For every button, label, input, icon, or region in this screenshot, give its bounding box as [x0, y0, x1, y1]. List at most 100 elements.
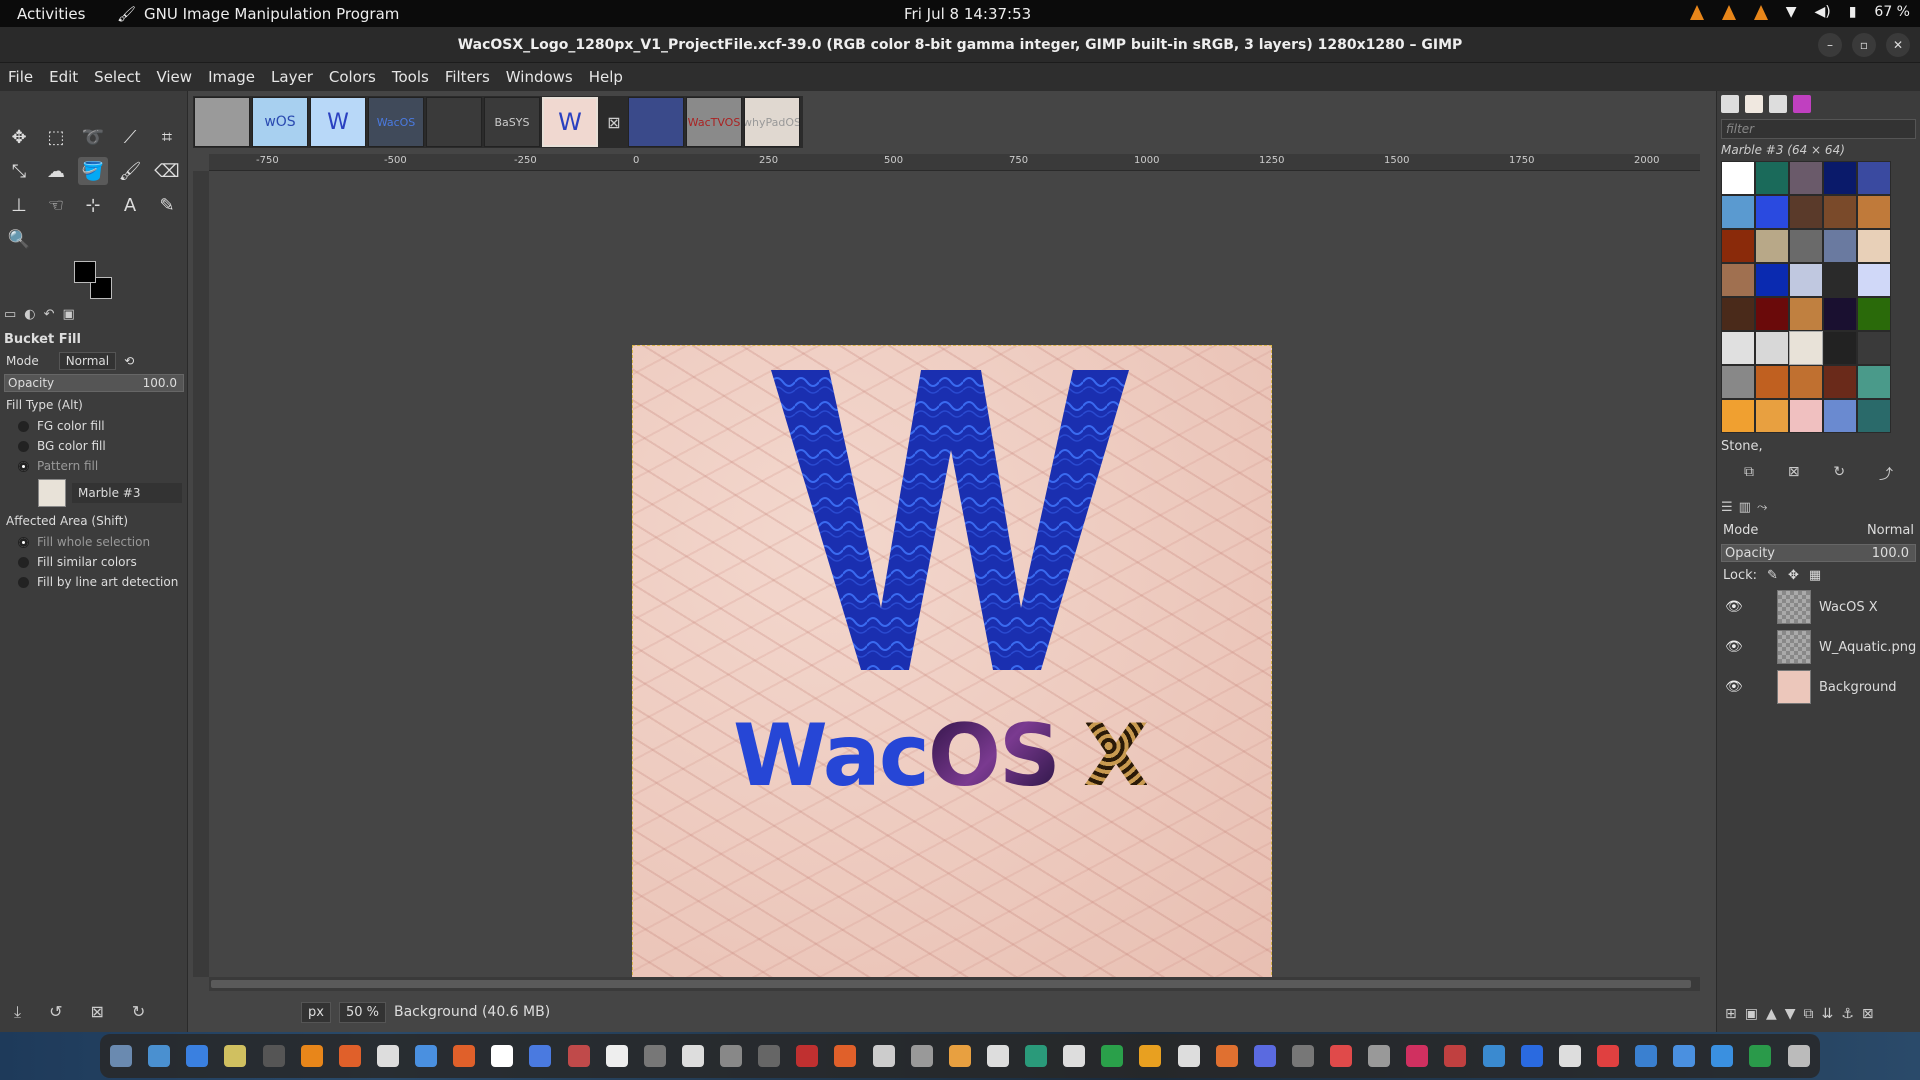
app-icon[interactable] — [1711, 1045, 1734, 1067]
pattern-swatch[interactable] — [1789, 263, 1823, 297]
calc-icon[interactable] — [1101, 1045, 1124, 1067]
open-pattern-icon[interactable]: ⤴ — [1879, 464, 1893, 484]
image-tab[interactable]: BaSYS — [484, 97, 540, 147]
pattern-swatch[interactable] — [1789, 365, 1823, 399]
app-icon[interactable] — [796, 1045, 819, 1067]
duplicate-pattern-icon[interactable]: ⧉ — [1744, 464, 1754, 484]
pattern-swatch[interactable] — [1789, 297, 1823, 331]
image-tab[interactable] — [628, 97, 684, 147]
help-icon[interactable] — [415, 1045, 437, 1067]
text-editor-icon[interactable] — [491, 1045, 514, 1067]
pattern-swatch[interactable] — [1857, 263, 1891, 297]
app-icon[interactable] — [1635, 1045, 1657, 1067]
warp-tool-icon[interactable]: ☁ — [41, 157, 71, 185]
app-icon[interactable] — [986, 1045, 1009, 1067]
pattern-swatch[interactable] — [1857, 161, 1891, 195]
opacity-slider[interactable]: Opacity 100.0 — [4, 374, 184, 392]
app-menu[interactable]: 🖌 GNU Image Manipulation Program — [117, 5, 399, 23]
brushes-tab-icon[interactable] — [1721, 95, 1739, 113]
pattern-swatch[interactable] — [1721, 263, 1755, 297]
app-icon[interactable] — [872, 1045, 895, 1067]
fill-line-art-radio[interactable]: Fill by line art detection — [0, 572, 188, 592]
paintbrush-tool-icon[interactable]: 🖌 — [115, 157, 145, 185]
pattern-swatch[interactable] — [1755, 331, 1789, 365]
pattern-swatch[interactable] — [1755, 365, 1789, 399]
channels-tab-icon[interactable]: ▥ — [1739, 500, 1751, 515]
menu-layer[interactable]: Layer — [271, 68, 313, 86]
pattern-swatch[interactable] — [1823, 399, 1857, 433]
image-canvas[interactable]: Wac OS X — [632, 345, 1272, 985]
pattern-swatch[interactable] — [1789, 195, 1823, 229]
pattern-swatch[interactable] — [1823, 263, 1857, 297]
gimp-icon[interactable] — [643, 1045, 666, 1067]
clock[interactable]: Fri Jul 8 14:37:53 — [904, 5, 1031, 23]
app-icon[interactable] — [720, 1045, 742, 1067]
layer-row-selected[interactable]: 👁 Background — [1717, 667, 1920, 707]
minimize-button[interactable]: – — [1818, 33, 1842, 57]
firefox-icon[interactable] — [338, 1045, 361, 1067]
fuzzy-select-tool-icon[interactable]: ⟋ — [115, 123, 145, 151]
pattern-swatch[interactable] — [1789, 399, 1823, 433]
layer-row[interactable]: 👁 W_Aquatic.png — [1717, 627, 1920, 667]
app-icon[interactable] — [910, 1045, 933, 1067]
menu-view[interactable]: View — [156, 68, 192, 86]
pattern-swatch[interactable] — [1755, 195, 1789, 229]
restore-options-icon[interactable]: ↺ — [49, 1002, 62, 1022]
app-icon[interactable] — [834, 1045, 857, 1067]
scrollbar-thumb[interactable] — [211, 980, 1691, 988]
system-tray[interactable]: ▼ ◀) ▮ 67 % — [1689, 4, 1910, 20]
app-icon[interactable] — [1368, 1045, 1391, 1067]
app-icon[interactable] — [1215, 1045, 1238, 1067]
pattern-swatch[interactable] — [1721, 365, 1755, 399]
eraser-tool-icon[interactable]: ⌫ — [152, 157, 182, 185]
pattern-swatch[interactable] — [1789, 161, 1823, 195]
app-icon[interactable] — [1444, 1045, 1467, 1067]
pattern-swatch[interactable] — [1755, 161, 1789, 195]
vlc-cone-icon[interactable] — [1689, 4, 1704, 20]
pattern-swatch[interactable] — [1721, 195, 1755, 229]
vlc-cone-icon[interactable] — [1721, 4, 1736, 20]
vertical-ruler[interactable] — [193, 171, 209, 977]
terminal-icon[interactable] — [262, 1045, 285, 1067]
app-icon[interactable] — [1330, 1045, 1352, 1067]
crop-tool-icon[interactable]: ⌗ — [152, 123, 182, 151]
paths-tool-icon[interactable]: ⊹ — [78, 191, 108, 219]
pattern-swatch[interactable] — [1721, 331, 1755, 365]
writer-icon[interactable] — [186, 1045, 209, 1067]
delete-options-icon[interactable]: ⊠ — [90, 1002, 103, 1022]
delete-pattern-icon[interactable]: ⊠ — [1788, 464, 1800, 484]
discord-icon[interactable] — [1253, 1045, 1276, 1067]
fill-similar-colors-radio[interactable]: Fill similar colors — [0, 552, 188, 572]
app-icon[interactable] — [1177, 1045, 1200, 1067]
files-icon[interactable] — [148, 1045, 171, 1067]
image-tab[interactable]: WacTVOS — [686, 97, 742, 147]
pattern-thumbnail[interactable] — [38, 479, 66, 507]
pattern-swatch[interactable] — [1755, 263, 1789, 297]
image-tab[interactable]: W — [310, 97, 366, 147]
lock-alpha-icon[interactable]: ▦ — [1809, 568, 1821, 583]
pattern-swatch[interactable] — [1857, 297, 1891, 331]
fonts-tab-icon[interactable] — [1769, 95, 1787, 113]
bg-color-fill-radio[interactable]: BG color fill — [0, 436, 188, 456]
pattern-swatch[interactable] — [1857, 331, 1891, 365]
app-icon[interactable] — [1063, 1045, 1086, 1067]
document-icon[interactable] — [605, 1045, 628, 1067]
clone-tool-icon[interactable]: ⊥ — [4, 191, 34, 219]
volume-icon[interactable]: ◀) — [1814, 4, 1830, 20]
reset-mode-icon[interactable]: ⟲ — [124, 354, 134, 368]
pattern-swatch[interactable] — [1823, 195, 1857, 229]
layer-row[interactable]: 👁 WacOS X — [1717, 587, 1920, 627]
pattern-swatch[interactable] — [1857, 399, 1891, 433]
duplicate-layer-icon[interactable]: ⧉ — [1804, 1006, 1814, 1022]
tool-options-tab-icon[interactable]: ▭ — [4, 307, 16, 322]
menu-colors[interactable]: Colors — [329, 68, 376, 86]
app-icon[interactable] — [948, 1045, 971, 1067]
delete-layer-icon[interactable]: ⊠ — [1862, 1006, 1874, 1022]
pattern-tag-field[interactable]: Stone, — [1721, 439, 1916, 454]
pattern-swatch[interactable] — [1857, 365, 1891, 399]
menu-edit[interactable]: Edit — [49, 68, 78, 86]
app-icon[interactable] — [1673, 1045, 1696, 1067]
layer-opacity-slider[interactable]: Opacity 100.0 — [1721, 544, 1916, 562]
pattern-swatch-selected[interactable] — [1789, 331, 1823, 365]
unit-dropdown[interactable]: px — [301, 1001, 331, 1023]
